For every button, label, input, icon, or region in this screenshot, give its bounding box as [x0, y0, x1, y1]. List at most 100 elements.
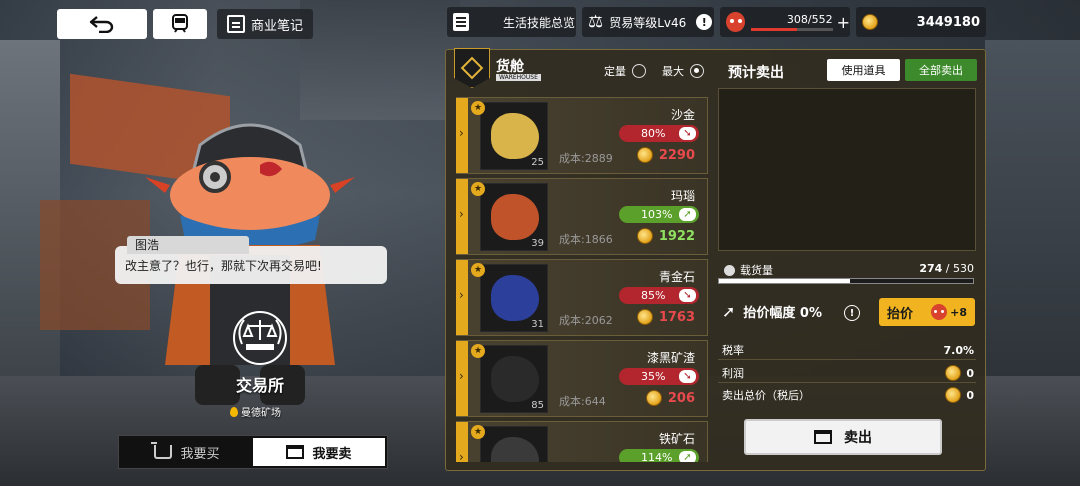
trading-center-title: 交易所	[235, 376, 284, 395]
item-name: 铁矿石	[658, 432, 695, 446]
favorite-star-icon[interactable]: ★	[471, 425, 485, 439]
item-image: 25	[480, 102, 548, 170]
cargo-capacity-bar-fill	[719, 279, 851, 283]
item-cost: 成本:1866	[559, 233, 613, 246]
favorite-star-icon[interactable]: ★	[471, 263, 485, 277]
stamina-face-icon	[726, 12, 746, 32]
tax-value: 7.0%	[943, 343, 974, 357]
tab-buy-label: 我要买	[180, 446, 220, 462]
item-price-ratio-badge: 80% ➘	[619, 125, 699, 142]
use-tool-button[interactable]: 使用道具	[827, 59, 900, 81]
add-stamina-button[interactable]: +	[837, 13, 850, 32]
warehouse-title: 货舱	[496, 59, 524, 75]
item-quantity: 39	[531, 238, 544, 249]
mode-fixed-radio[interactable]	[632, 64, 646, 78]
item-expand-handle[interactable]	[456, 422, 468, 462]
train-button[interactable]	[153, 9, 207, 39]
item-cost: 成本:2889	[559, 152, 613, 165]
sell-box-icon	[814, 430, 832, 444]
item-price-value: 1763	[658, 309, 695, 325]
business-notes-button[interactable]: 商业笔记	[217, 9, 313, 39]
item-quantity: 85	[531, 400, 544, 411]
mode-max-option[interactable]: 最大	[662, 63, 704, 79]
warehouse-subtitle: WAREHOUSE	[496, 74, 541, 81]
item-material-graphic	[491, 437, 539, 462]
scale-icon: ⚖	[588, 12, 604, 32]
profit-value: 0	[966, 366, 974, 380]
npc-name: 图浩	[127, 236, 249, 254]
gold-amount: 3449180	[916, 14, 980, 30]
item-price-ratio-badge: 103% ➚	[619, 206, 699, 223]
location-pin-icon	[230, 406, 238, 417]
mode-max-radio[interactable]	[690, 64, 704, 78]
item-expand-handle[interactable]	[456, 341, 468, 416]
gold-display: 3449180	[856, 7, 986, 37]
forecast-title: 预计卖出	[728, 65, 784, 81]
item-price-ratio-badge: 85% ➘	[619, 287, 699, 304]
cargo-item[interactable]: ★ 铁矿石 114% ➚ 本地	[456, 421, 708, 462]
sell-button[interactable]: 卖出	[744, 419, 942, 455]
back-button[interactable]	[57, 9, 147, 39]
mode-fixed-option[interactable]: 定量	[604, 63, 646, 79]
profit-row: 利润 0	[722, 365, 974, 381]
item-material-graphic	[491, 356, 539, 402]
raise-price-button[interactable]: 抬价 +8	[879, 298, 975, 326]
warning-icon[interactable]: !	[696, 14, 713, 30]
coin-icon	[945, 387, 962, 403]
tab-sell[interactable]: 我要卖	[253, 438, 385, 466]
coin-icon	[945, 365, 962, 381]
stamina-display: 308/552 +	[720, 7, 850, 37]
notes-icon	[226, 15, 245, 33]
tax-label: 税率	[722, 344, 744, 357]
trading-center-location: 曼德矿场	[230, 404, 281, 419]
warehouse-header: 货舱 WAREHOUSE 定量 最大	[446, 48, 716, 92]
trend-arrow-icon: ➚	[679, 208, 696, 221]
cargo-capacity-bar	[718, 278, 974, 284]
business-notes-label: 商业笔记	[250, 18, 303, 34]
trade-level-button[interactable]: ⚖ 贸易等级Lv46 !	[582, 7, 714, 37]
cargo-item[interactable]: 25 ★ 沙金 80% ➘ 成本:2889 2290	[456, 97, 708, 174]
tax-row: 税率 7.0%	[722, 342, 974, 358]
cargo-item[interactable]: 85 ★ 漆黑矿渣 35% ➘ 成本:644 206	[456, 340, 708, 417]
trend-arrow-icon: ➚	[679, 451, 696, 462]
sell-all-button[interactable]: 全部卖出	[905, 59, 977, 81]
bg-building	[300, 0, 460, 120]
item-cost-value: 644	[584, 395, 606, 408]
item-sell-price: 206	[645, 390, 695, 406]
cargo-icon	[724, 264, 735, 276]
cargo-item[interactable]: 31 ★ 青金石 85% ➘ 成本:2062 1763	[456, 259, 708, 336]
cargo-item[interactable]: 39 ★ 玛瑙 103% ➚ 成本:1866 1922	[456, 178, 708, 255]
favorite-star-icon[interactable]: ★	[471, 101, 485, 115]
mode-fixed-label: 定量	[604, 65, 626, 78]
item-sell-price: 1763	[636, 309, 695, 325]
tab-buy[interactable]: 我要买	[121, 438, 253, 466]
item-name: 漆黑矿渣	[646, 351, 695, 365]
item-expand-handle[interactable]	[456, 179, 468, 254]
item-price-ratio-badge: 114% ➚	[619, 449, 699, 462]
item-expand-handle[interactable]	[456, 98, 468, 173]
item-sell-price: 2290	[636, 147, 695, 163]
cargo-item-list[interactable]: 25 ★ 沙金 80% ➘ 成本:2889 2290 39	[456, 97, 709, 462]
raise-info-icon[interactable]: !	[844, 305, 860, 321]
raise-arrow-icon: ➚	[722, 302, 736, 321]
coin-icon	[645, 390, 662, 406]
item-cost: 成本:2062	[559, 314, 613, 327]
item-name: 青金石	[658, 270, 695, 284]
cargo-capacity: 530	[953, 262, 974, 275]
total-label: 卖出总价（税后）	[722, 389, 810, 402]
coin-icon	[636, 147, 653, 163]
npc-dialog-text: 改主意了？也行，那就下次再交易吧!	[125, 258, 322, 273]
stamina-face-icon	[931, 304, 948, 320]
item-cost-label: 成本	[559, 314, 581, 327]
life-skills-button[interactable]: 生活技能总览	[447, 7, 576, 37]
favorite-star-icon[interactable]: ★	[471, 344, 485, 358]
item-material-graphic	[491, 113, 539, 159]
item-cost-label: 成本	[559, 152, 581, 165]
coin-icon	[636, 228, 653, 244]
favorite-star-icon[interactable]: ★	[471, 182, 485, 196]
mode-max-label: 最大	[662, 65, 684, 78]
item-expand-handle[interactable]	[456, 260, 468, 335]
item-price-ratio: 114%	[641, 451, 673, 462]
warehouse-panel: 货舱 WAREHOUSE 定量 最大 25 ★ 沙金 80% ➘	[445, 48, 986, 471]
stamina-bar	[751, 28, 833, 31]
